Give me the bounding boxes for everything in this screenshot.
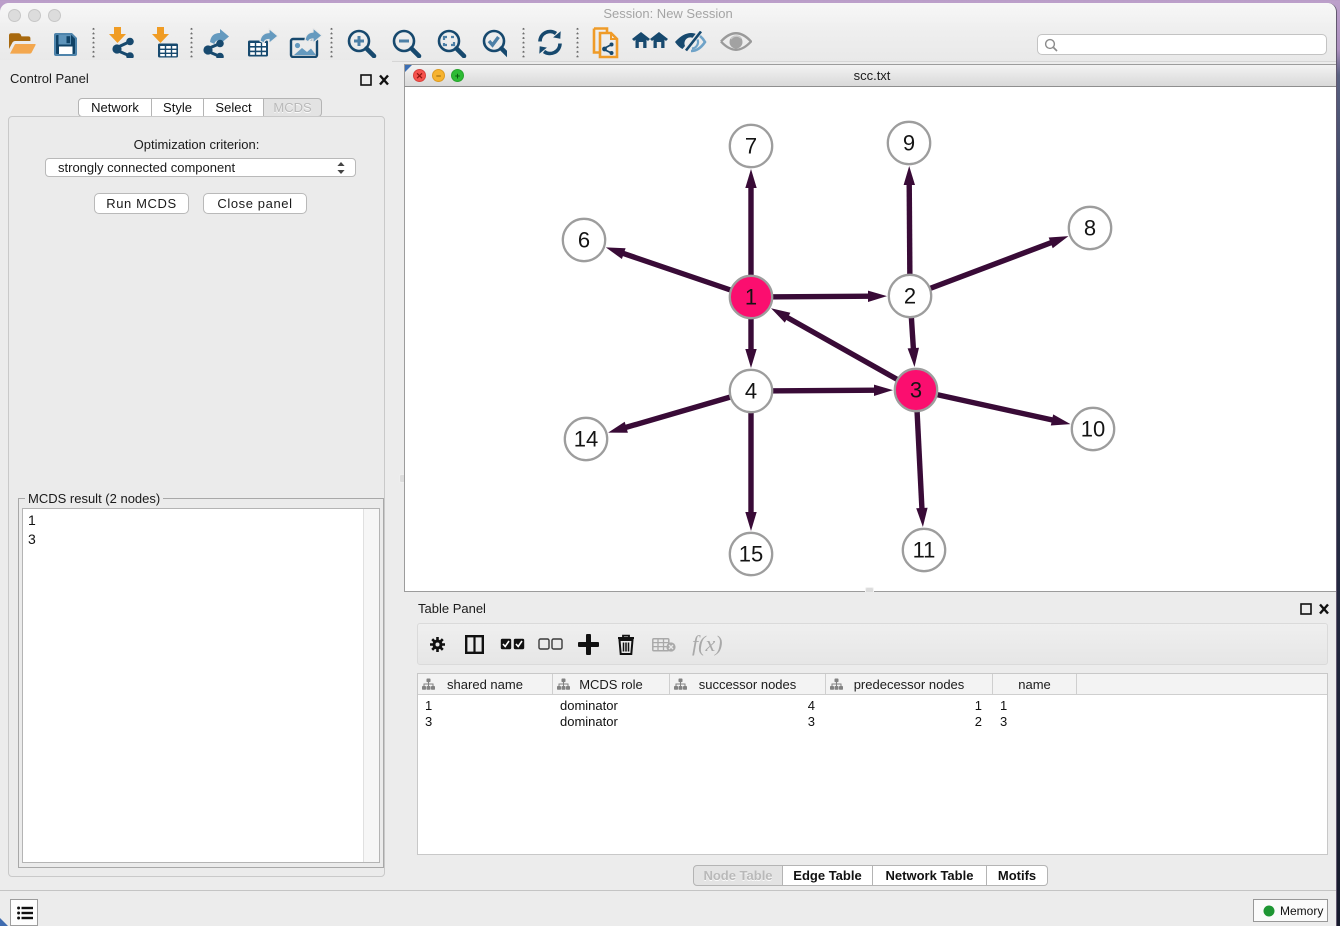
svg-text:1: 1 [745, 285, 757, 310]
svg-text:14: 14 [574, 427, 598, 452]
svg-text:9: 9 [903, 131, 915, 156]
svg-text:2: 2 [904, 284, 916, 309]
svg-text:15: 15 [739, 542, 763, 567]
svg-text:4: 4 [745, 379, 757, 404]
svg-text:3: 3 [910, 378, 922, 403]
svg-text:10: 10 [1081, 417, 1105, 442]
svg-text:7: 7 [745, 134, 757, 159]
svg-text:8: 8 [1084, 216, 1096, 241]
svg-text:11: 11 [913, 538, 936, 563]
svg-text:6: 6 [578, 228, 590, 253]
